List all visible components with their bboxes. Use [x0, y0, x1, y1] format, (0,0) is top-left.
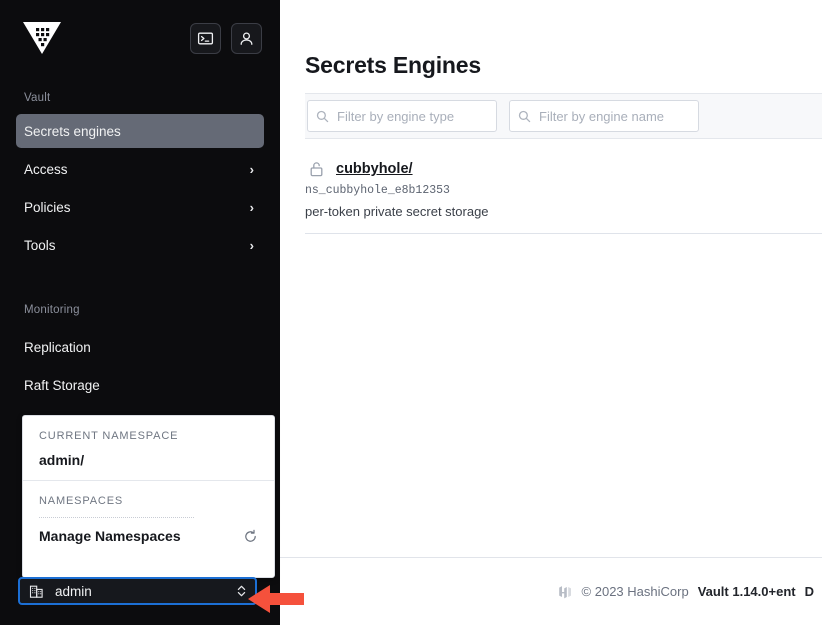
sidebar-item-replication[interactable]: Replication	[16, 330, 264, 364]
sidebar-item-access[interactable]: Access ›	[16, 152, 264, 186]
footer-documentation-link[interactable]: D	[805, 584, 814, 599]
manage-namespaces-link[interactable]: Manage Namespaces	[39, 528, 181, 544]
user-menu-button[interactable]	[231, 23, 262, 54]
footer-copyright: © 2023 HashiCorp	[581, 584, 689, 599]
sidebar-header-buttons	[190, 23, 262, 54]
engine-type-filter[interactable]	[307, 100, 497, 132]
engine-name-filter[interactable]	[509, 100, 699, 132]
sidebar-item-secrets-engines[interactable]: Secrets engines	[16, 114, 264, 148]
engine-title-row: cubbyhole/	[305, 161, 822, 177]
sidebar-section-label-monitoring: Monitoring	[24, 304, 80, 316]
manage-namespaces-row[interactable]: Manage Namespaces	[39, 528, 258, 544]
engine-name-filter-input[interactable]	[539, 108, 690, 124]
sidebar-item-raft-storage[interactable]: Raft Storage	[16, 368, 264, 402]
dotted-divider	[39, 517, 194, 518]
sidebar-item-policies[interactable]: Policies ›	[16, 190, 264, 224]
footer-version: Vault 1.14.0+ent	[697, 584, 796, 599]
sidebar-item-label: Access	[24, 161, 68, 177]
engine-description: per-token private secret storage	[305, 204, 489, 219]
namespace-picker-value: admin	[55, 583, 92, 599]
vault-logo-icon[interactable]	[20, 14, 64, 58]
engine-accessor: ns_cubbyhole_e8b12353	[305, 184, 450, 197]
namespace-picker[interactable]: admin	[18, 577, 257, 605]
namespaces-heading: NAMESPACES	[39, 495, 124, 507]
engine-path-link[interactable]: cubbyhole/	[336, 161, 413, 177]
namespace-popover: CURRENT NAMESPACE admin/ NAMESPACES Mana…	[22, 415, 275, 578]
engine-type-filter-input[interactable]	[337, 108, 488, 124]
hashicorp-logo-icon	[558, 584, 573, 600]
building-icon	[29, 584, 44, 599]
current-namespace-value: admin/	[39, 452, 85, 468]
chevron-right-icon: ›	[249, 161, 254, 177]
chevron-right-icon: ›	[249, 199, 254, 215]
sidebar-item-label: Policies	[24, 199, 71, 215]
main-content: Secrets Engines Filter by engine type Fi…	[280, 0, 822, 625]
refresh-icon[interactable]	[243, 529, 258, 544]
filter-toolbar	[305, 93, 822, 139]
secrets-engine-list: cubbyhole/ ns_cubbyhole_e8b12353 per-tok…	[305, 139, 822, 234]
sidebar-item-label: Tools	[24, 237, 56, 253]
search-icon	[518, 110, 531, 123]
page-title: Secrets Engines	[305, 52, 481, 78]
unlocked-padlock-icon	[309, 161, 324, 177]
list-item: cubbyhole/ ns_cubbyhole_e8b12353 per-tok…	[305, 139, 822, 234]
user-person-icon	[238, 30, 255, 47]
namespaces-block: NAMESPACES Manage Namespaces	[23, 481, 274, 556]
vault-ui-window: Vault Secrets engines Access › Policies …	[0, 0, 822, 625]
sidebar-item-label: Replication	[24, 339, 91, 355]
up-down-chevron-icon[interactable]	[235, 584, 248, 598]
current-namespace-block: CURRENT NAMESPACE admin/	[23, 416, 274, 480]
sidebar-section-label-vault: Vault	[24, 92, 51, 104]
sidebar-item-label: Secrets engines	[24, 123, 121, 139]
terminal-console-icon	[197, 30, 214, 47]
web-cli-toggle-button[interactable]	[190, 23, 221, 54]
chevron-right-icon: ›	[249, 237, 254, 253]
current-namespace-heading: CURRENT NAMESPACE	[39, 430, 179, 442]
footer: © 2023 HashiCorp Vault 1.14.0+ent D	[280, 557, 822, 625]
sidebar-item-tools[interactable]: Tools ›	[16, 228, 264, 262]
sidebar-header	[0, 0, 280, 58]
sidebar-item-label: Raft Storage	[24, 377, 100, 393]
search-icon	[316, 110, 329, 123]
